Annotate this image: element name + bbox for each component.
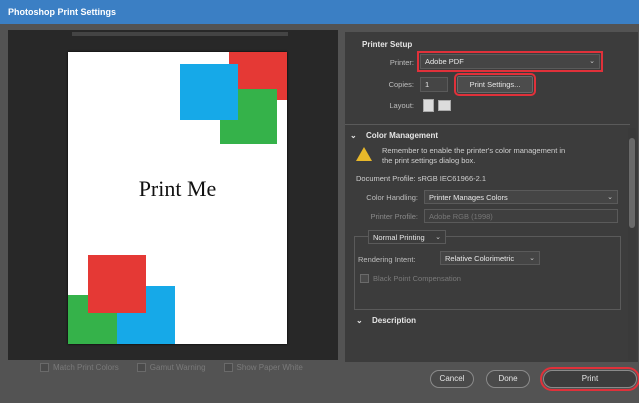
scrollbar-thumb[interactable] <box>629 138 635 228</box>
description-toggle-icon[interactable]: ⌄ <box>356 316 363 325</box>
print-mode-select[interactable]: Normal Printing ⌄ <box>368 230 446 244</box>
blue-square-top <box>180 64 238 120</box>
match-print-colors-option[interactable]: Match Print Colors <box>40 363 119 372</box>
chevron-down-icon: ⌄ <box>529 255 535 262</box>
print-settings-dialog: Photoshop Print Settings Print Me Match … <box>0 0 639 403</box>
match-print-colors-label: Match Print Colors <box>53 363 119 372</box>
copies-input[interactable]: 1 <box>420 77 448 92</box>
printer-value: Adobe PDF <box>425 57 464 66</box>
printer-profile-select[interactable]: Adobe RGB (1998) <box>424 209 618 223</box>
color-management-toggle-icon[interactable]: ⌄ <box>350 131 357 140</box>
document-profile: Document Profile: sRGB IEC61966-2.1 <box>356 174 487 183</box>
black-point-label: Black Point Compensation <box>373 274 461 283</box>
show-paper-white-label: Show Paper White <box>236 363 303 372</box>
color-handling-value: Printer Manages Colors <box>429 193 508 202</box>
rendering-intent-label: Rendering Intent: <box>358 255 416 264</box>
cancel-button[interactable]: Cancel <box>430 370 474 388</box>
checkbox[interactable] <box>223 363 233 372</box>
done-button[interactable]: Done <box>486 370 530 388</box>
printer-select[interactable]: Adobe PDF ⌄ <box>417 51 603 72</box>
color-management-heading[interactable]: Color Management <box>366 131 438 140</box>
chevron-down-icon: ⌄ <box>589 58 595 65</box>
printer-profile-value: Adobe RGB (1998) <box>429 212 493 221</box>
settings-scrollbar[interactable] <box>628 128 636 360</box>
printer-setup-heading: Printer Setup <box>362 40 413 49</box>
warning-icon <box>356 147 372 161</box>
section-divider <box>345 124 630 125</box>
preview-page[interactable]: Print Me <box>68 52 287 344</box>
checkbox[interactable] <box>40 363 49 372</box>
color-handling-label: Color Handling: <box>366 193 418 202</box>
color-management-warning: Remember to enable the printer's color m… <box>382 146 566 165</box>
print-mode-value: Normal Printing <box>373 233 425 242</box>
chevron-down-icon: ⌄ <box>435 234 441 241</box>
black-point-compensation-option[interactable]: Black Point Compensation <box>360 274 461 283</box>
copies-label: Copies: <box>388 80 414 89</box>
print-settings-button[interactable]: Print Settings... <box>454 73 536 96</box>
red-square-bottom <box>88 255 146 313</box>
show-paper-white-option[interactable]: Show Paper White <box>223 363 303 372</box>
printer-profile-label: Printer Profile: <box>370 212 418 221</box>
gamut-warning-label: Gamut Warning <box>149 363 206 372</box>
portrait-layout-icon[interactable] <box>423 99 434 112</box>
window-title: Photoshop Print Settings <box>0 0 639 24</box>
page-text: Print Me <box>138 176 217 201</box>
rendering-intent-select[interactable]: Relative Colorimetric ⌄ <box>440 251 540 265</box>
color-handling-select[interactable]: Printer Manages Colors ⌄ <box>424 190 618 204</box>
preview-options: Match Print Colors Gamut Warning Show Pa… <box>40 363 303 372</box>
printer-label: Printer: <box>389 58 414 67</box>
checkbox[interactable] <box>360 274 369 283</box>
rendering-intent-value: Relative Colorimetric <box>445 254 515 263</box>
description-heading[interactable]: Description <box>372 316 416 325</box>
checkbox[interactable] <box>136 363 146 372</box>
layout-label: Layout: <box>389 101 414 110</box>
print-button[interactable]: Print <box>540 367 639 391</box>
landscape-layout-icon[interactable] <box>438 100 451 111</box>
chevron-down-icon: ⌄ <box>607 194 613 201</box>
gamut-warning-option[interactable]: Gamut Warning <box>136 363 206 372</box>
rendering-group <box>354 236 621 310</box>
preview-ruler <box>72 32 288 36</box>
